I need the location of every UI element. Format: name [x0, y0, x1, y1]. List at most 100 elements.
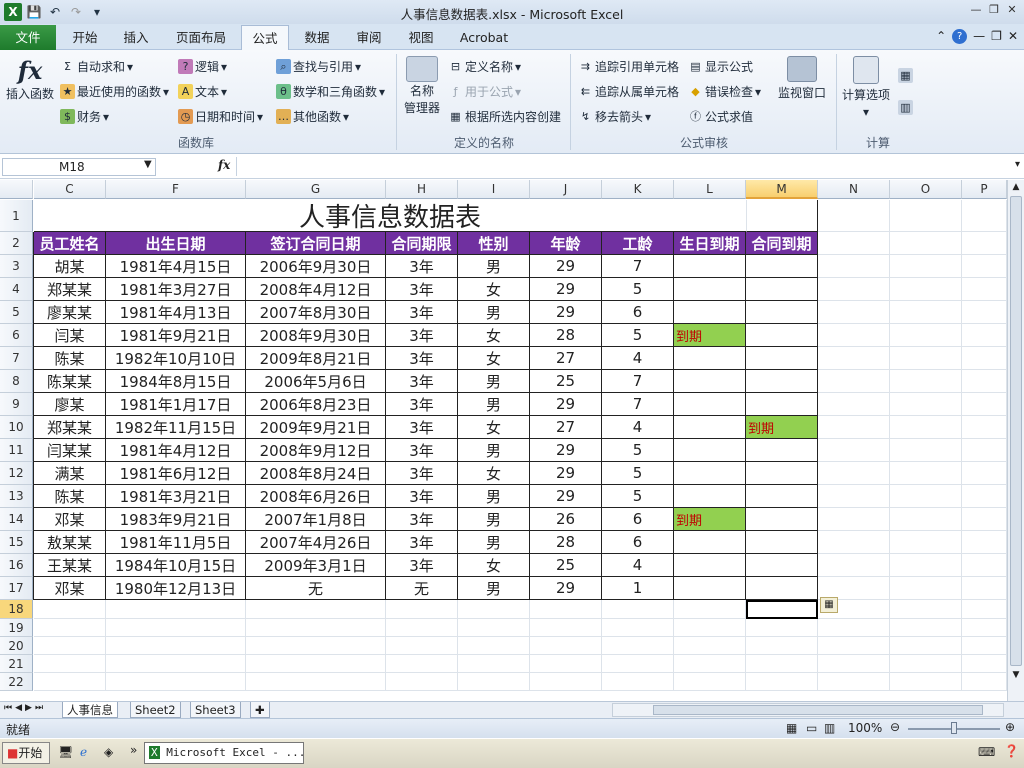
data-cell[interactable]: 廖某某	[34, 301, 106, 324]
row-header-10[interactable]: 10	[0, 416, 33, 439]
empty-cell[interactable]	[818, 637, 890, 655]
tab-acrobat[interactable]: Acrobat	[452, 25, 516, 50]
data-cell[interactable]: 27	[530, 416, 602, 439]
data-cell[interactable]: 3年	[386, 485, 458, 508]
data-cell[interactable]: 男	[458, 301, 530, 324]
empty-cell[interactable]	[818, 673, 890, 691]
fx-button[interactable]: fx	[218, 158, 230, 172]
expand-formula-bar-icon[interactable]: ▾	[1015, 159, 1020, 170]
column-header-L[interactable]: L	[674, 180, 746, 199]
header-cell[interactable]: 员工姓名	[34, 232, 106, 255]
row-header-13[interactable]: 13	[0, 485, 33, 508]
empty-cell[interactable]	[674, 673, 746, 691]
cell-M1[interactable]	[746, 200, 818, 232]
empty-cell[interactable]	[818, 508, 890, 531]
recent-functions-button[interactable]: ★ 最近使用的函数 ▾	[60, 83, 169, 100]
data-cell[interactable]: 5	[602, 485, 674, 508]
data-cell[interactable]: 陈某某	[34, 370, 106, 393]
data-cell[interactable]	[746, 255, 818, 278]
empty-cell[interactable]	[458, 655, 530, 673]
error-checking-button[interactable]: ◆ 错误检查 ▾	[688, 83, 761, 100]
empty-cell[interactable]	[818, 531, 890, 554]
data-cell[interactable]: 3年	[386, 278, 458, 301]
empty-cell[interactable]	[890, 531, 962, 554]
empty-cell[interactable]	[746, 637, 818, 655]
empty-cell[interactable]	[602, 673, 674, 691]
data-cell[interactable]	[674, 439, 746, 462]
data-cell[interactable]: 2006年5月6日	[246, 370, 386, 393]
empty-cell[interactable]	[106, 655, 246, 673]
chevron-icon[interactable]: »	[130, 743, 137, 757]
data-cell[interactable]: 廖某	[34, 393, 106, 416]
header-cell[interactable]: 年龄	[530, 232, 602, 255]
data-cell[interactable]: 7	[602, 255, 674, 278]
data-cell[interactable]: 男	[458, 439, 530, 462]
empty-cell[interactable]	[818, 485, 890, 508]
data-cell[interactable]	[674, 531, 746, 554]
data-cell[interactable]: 25	[530, 554, 602, 577]
row-header-5[interactable]: 5	[0, 301, 33, 324]
empty-cell[interactable]	[818, 655, 890, 673]
empty-cell[interactable]	[962, 347, 1007, 370]
data-cell[interactable]: 6	[602, 301, 674, 324]
header-cell[interactable]: 合同期限	[386, 232, 458, 255]
data-cell[interactable]	[746, 324, 818, 347]
empty-cell[interactable]	[674, 655, 746, 673]
empty-cell[interactable]	[106, 673, 246, 691]
data-cell[interactable]: 3年	[386, 370, 458, 393]
tab-home[interactable]: 开始	[62, 25, 108, 50]
data-cell[interactable]: 1982年10月10日	[106, 347, 246, 370]
due-flag-cell[interactable]: 到期	[674, 508, 746, 531]
data-cell[interactable]: 女	[458, 347, 530, 370]
empty-cell[interactable]	[246, 655, 386, 673]
tab-file[interactable]: 文件	[0, 25, 56, 50]
empty-cell[interactable]	[818, 255, 890, 278]
data-cell[interactable]: 5	[602, 439, 674, 462]
empty-cell[interactable]	[962, 485, 1007, 508]
empty-cell[interactable]	[818, 200, 890, 232]
empty-cell[interactable]	[890, 301, 962, 324]
financial-button[interactable]: $ 财务 ▾	[60, 108, 109, 125]
empty-cell[interactable]	[962, 673, 1007, 691]
empty-cell[interactable]	[746, 673, 818, 691]
empty-cell[interactable]	[890, 393, 962, 416]
sheet-title-cell[interactable]: 人事信息数据表	[34, 200, 746, 233]
data-cell[interactable]: 男	[458, 255, 530, 278]
empty-cell[interactable]	[674, 637, 746, 655]
zoom-slider-thumb[interactable]	[951, 722, 957, 734]
empty-cell[interactable]	[818, 462, 890, 485]
row-header-8[interactable]: 8	[0, 370, 33, 393]
tab-insert[interactable]: 插入	[112, 25, 160, 50]
empty-cell[interactable]	[386, 673, 458, 691]
data-cell[interactable]: 7	[602, 370, 674, 393]
name-box[interactable]: M18	[2, 158, 156, 176]
page-break-view-icon[interactable]: ▥	[824, 721, 835, 735]
empty-cell[interactable]	[458, 637, 530, 655]
data-cell[interactable]	[674, 301, 746, 324]
data-cell[interactable]	[674, 485, 746, 508]
tab-page-layout[interactable]: 页面布局	[166, 25, 236, 50]
data-cell[interactable]: 1984年8月15日	[106, 370, 246, 393]
data-cell[interactable]: 1983年9月21日	[106, 508, 246, 531]
row-header-4[interactable]: 4	[0, 278, 33, 301]
data-cell[interactable]: 3年	[386, 439, 458, 462]
sheet-nav-icons[interactable]: ⏮◀▶⏭	[4, 703, 46, 713]
tab-review[interactable]: 审阅	[346, 25, 392, 50]
data-cell[interactable]: 1984年10月15日	[106, 554, 246, 577]
data-cell[interactable]	[674, 393, 746, 416]
empty-cell[interactable]	[106, 619, 246, 637]
empty-cell[interactable]	[962, 600, 1007, 619]
start-button[interactable]: ■开始	[2, 742, 50, 764]
data-cell[interactable]: 29	[530, 485, 602, 508]
column-header-K[interactable]: K	[602, 180, 674, 199]
data-cell[interactable]: 3年	[386, 324, 458, 347]
select-all-corner[interactable]	[0, 180, 33, 199]
collapse-ribbon-icon[interactable]: ⌃	[936, 29, 946, 44]
data-cell[interactable]: 1980年12月13日	[106, 577, 246, 600]
data-cell[interactable]: 女	[458, 416, 530, 439]
data-cell[interactable]: 26	[530, 508, 602, 531]
empty-cell[interactable]	[818, 416, 890, 439]
empty-cell[interactable]	[962, 554, 1007, 577]
header-cell[interactable]: 签订合同日期	[246, 232, 386, 255]
data-cell[interactable]: 1981年3月21日	[106, 485, 246, 508]
